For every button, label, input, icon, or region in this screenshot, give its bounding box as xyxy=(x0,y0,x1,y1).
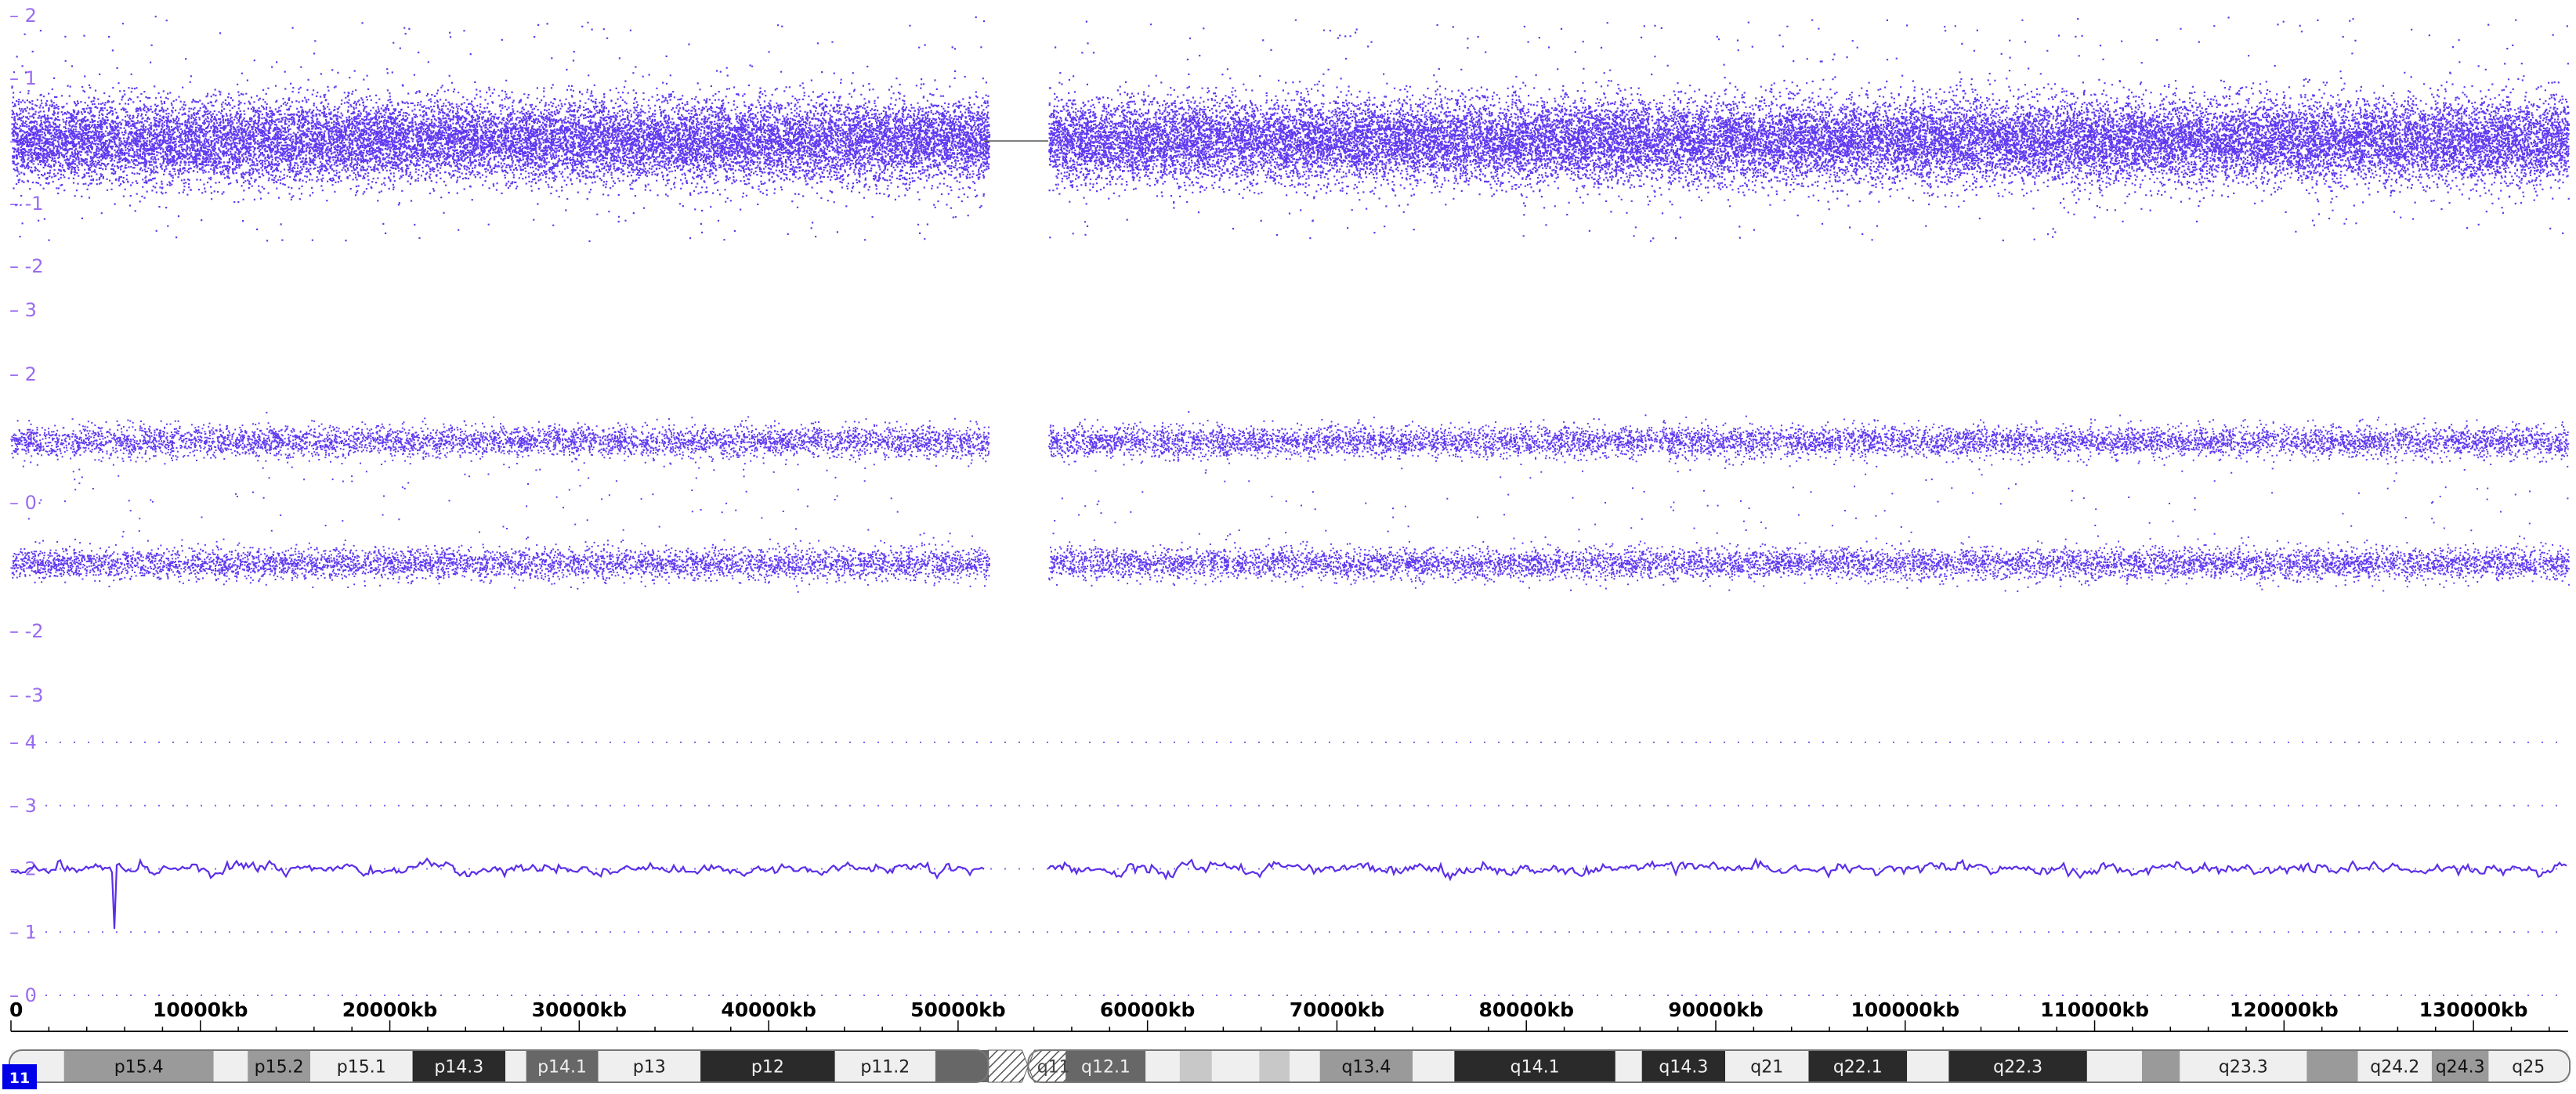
copy-number-line xyxy=(10,857,2567,930)
y-tick-label: – 2 xyxy=(9,5,37,27)
y-tick-label: – 3 xyxy=(9,299,37,321)
band-label: q22.3 xyxy=(1993,1058,2042,1078)
cytoband xyxy=(935,1050,989,1082)
band-label: q21 xyxy=(1750,1058,1783,1078)
ruler-label: 90000kb xyxy=(1668,998,1764,1021)
cytoband xyxy=(1615,1050,1642,1082)
band-label: p13 xyxy=(633,1058,666,1078)
y-tick-label: – -2 xyxy=(9,255,44,277)
band-label: q14.1 xyxy=(1511,1058,1560,1078)
ruler-label: 70000kb xyxy=(1290,998,1385,1021)
band-label: p15.1 xyxy=(337,1058,386,1078)
chromosome-badge-label: 11 xyxy=(9,1070,30,1087)
b-allele-panel: – 3– 2– 1– 0– -1– -2– -3 xyxy=(9,299,2570,706)
band-label: q23.3 xyxy=(2219,1058,2268,1078)
log-ratio-panel: – 2– 1– 0– -1– -2 xyxy=(9,5,2570,277)
band-label: p11.2 xyxy=(860,1058,910,1078)
ruler-label: 60000kb xyxy=(1100,998,1196,1021)
cytoband xyxy=(1179,1050,1212,1082)
ruler-label: 80000kb xyxy=(1478,998,1574,1021)
y-tick-label: – -2 xyxy=(9,620,44,642)
band-label: q14.3 xyxy=(1659,1058,1708,1078)
band-label: p15.4 xyxy=(114,1058,164,1078)
ruler-label: 40000kb xyxy=(721,998,816,1021)
cytoband xyxy=(1290,1050,1320,1082)
y-tick-label: – 0 xyxy=(9,492,37,514)
ruler-label: 120000kb xyxy=(2230,998,2339,1021)
cytoband xyxy=(1259,1050,1290,1082)
ruler-label: 50000kb xyxy=(910,998,1006,1021)
band-label: p12 xyxy=(751,1058,784,1078)
ruler-label: 0 xyxy=(9,998,23,1021)
centromere-band xyxy=(988,1049,1029,1083)
ruler-label: 130000kb xyxy=(2419,998,2528,1021)
copy-number-panel: – 4– 3– 2– 1– 0 xyxy=(9,731,2568,1006)
chromosome-ideogram: p15.4 p15.2 p15.1 p14.3 p14.1 p13 p12 p11.2 q12.… xyxy=(2,1049,2571,1089)
band-label: p14.3 xyxy=(434,1058,483,1078)
genome-plot: – 2– 1– 0– -1– -2 – 3– 2– 1– 0– -1– -2– … xyxy=(2,5,2571,1089)
band-label: q11 xyxy=(1037,1058,1070,1078)
cytoband xyxy=(2086,1050,2142,1082)
band-label: q24.2 xyxy=(2370,1058,2419,1078)
ruler-label: 30000kb xyxy=(532,998,628,1021)
log-ratio-points xyxy=(11,16,2570,243)
cytoband xyxy=(505,1050,526,1082)
kb-ruler: 0 10000kb 20000kb 30000kb 40000kb 50000kb 6000… xyxy=(9,998,2568,1032)
y-tick-label: – -3 xyxy=(9,684,44,706)
band-label: p14.1 xyxy=(537,1058,587,1078)
y-tick-label: – 1 xyxy=(9,67,37,89)
cytoband xyxy=(2306,1050,2358,1082)
y-tick-label: – 2 xyxy=(9,363,37,385)
band-label: q13.4 xyxy=(1341,1058,1391,1078)
ruler-label: 10000kb xyxy=(153,998,248,1021)
ruler-label: 100000kb xyxy=(1851,998,1959,1021)
cytoband xyxy=(1413,1050,1455,1082)
cytoband xyxy=(213,1050,248,1082)
cytoband xyxy=(1145,1050,1180,1082)
band-label: p15.2 xyxy=(255,1058,304,1078)
y-tick-label: – -1 xyxy=(9,193,44,215)
cytoband xyxy=(2142,1050,2180,1082)
b-allele-points xyxy=(11,411,2570,593)
ruler-label: 110000kb xyxy=(2040,998,2149,1021)
cytoband xyxy=(1907,1050,1949,1082)
ruler-label: 20000kb xyxy=(342,998,438,1021)
band-label: q24.3 xyxy=(2436,1058,2485,1078)
cytoband xyxy=(1211,1050,1260,1082)
band-label: q22.1 xyxy=(1833,1058,1883,1078)
band-label: q12.1 xyxy=(1081,1058,1131,1078)
band-label: q25 xyxy=(2512,1058,2545,1078)
